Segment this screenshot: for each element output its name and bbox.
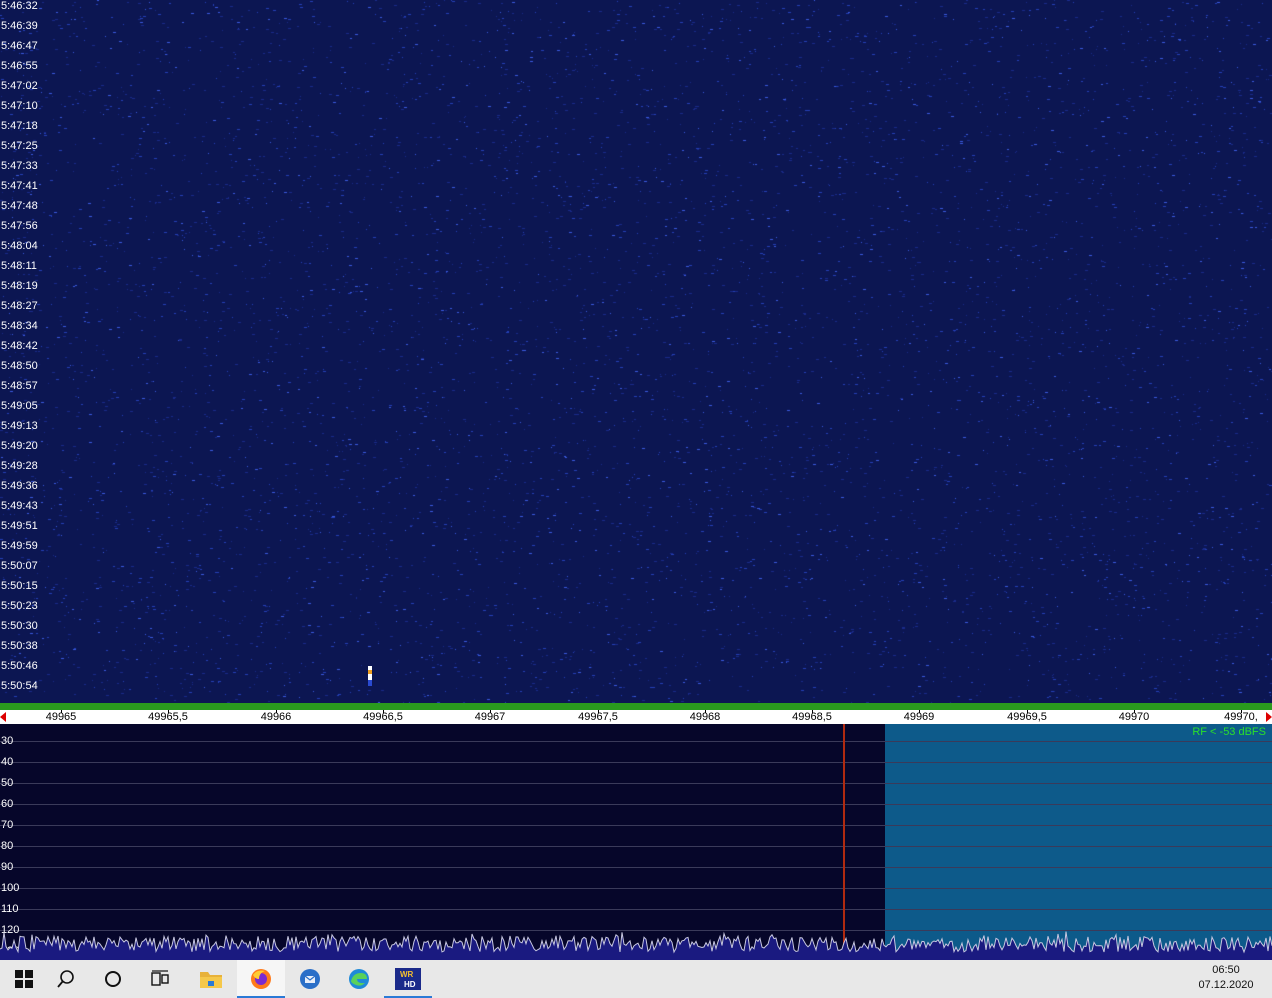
scroll-right-arrow-icon[interactable] — [1266, 712, 1272, 722]
freq-label: 49967,5 — [578, 711, 618, 723]
time-label: 5:48:27 — [1, 300, 38, 312]
spectrum-display[interactable]: 30405060708090100110120130 RF < -53 dBFS — [0, 724, 1272, 960]
file-explorer-button[interactable] — [187, 960, 235, 998]
time-label: 5:49:43 — [1, 500, 38, 512]
time-label: 5:46:32 — [1, 0, 38, 12]
time-label: 5:49:36 — [1, 480, 38, 492]
start-button[interactable] — [0, 960, 48, 998]
firefox-button[interactable] — [237, 960, 285, 998]
time-label: 5:49:51 — [1, 520, 38, 532]
time-label: 5:47:02 — [1, 80, 38, 92]
waterfall-display[interactable]: 5:46:32 5:46:39 5:46:47 5:46:55 5:47:02 5:47:… — [0, 0, 1272, 703]
time-label: 5:46:47 — [1, 40, 38, 52]
signal-trace — [368, 666, 372, 686]
time-label: 5:47:33 — [1, 160, 38, 172]
freq-label: 49966,5 — [363, 711, 403, 723]
time-label: 5:48:42 — [1, 340, 38, 352]
time-label: 5:48:34 — [1, 320, 38, 332]
search-button[interactable] — [42, 960, 90, 998]
cortana-button[interactable] — [89, 960, 137, 998]
freq-label: 49965 — [45, 711, 77, 723]
time-label: 5:49:28 — [1, 460, 38, 472]
bandwidth-bar[interactable] — [0, 703, 1272, 710]
time-label: 5:49:59 — [1, 540, 38, 552]
task-view-icon — [151, 970, 169, 986]
freq-label: 49969,5 — [1007, 711, 1047, 723]
svg-text:WR: WR — [400, 970, 414, 979]
time-label: 5:48:57 — [1, 380, 38, 392]
freq-label: 49970 — [1118, 711, 1150, 723]
time-label: 5:48:11 — [1, 260, 37, 272]
waterfall-canvas[interactable] — [0, 0, 1272, 703]
time-label: 5:50:38 — [1, 640, 38, 652]
freq-label: 49965,5 — [148, 711, 188, 723]
taskbar: WR HD 06:50 07.12.2020 — [0, 960, 1272, 998]
search-icon — [57, 970, 74, 988]
edge-icon — [349, 969, 369, 989]
rf-level-label: RF < -53 dBFS — [1192, 726, 1266, 738]
time-label: 5:47:25 — [1, 140, 38, 152]
thunderbird-button[interactable] — [286, 960, 334, 998]
time-label: 5:46:55 — [1, 60, 38, 72]
edge-button[interactable] — [335, 960, 383, 998]
time-label: 5:47:41 — [1, 180, 38, 192]
freq-label: 49968 — [689, 711, 721, 723]
time-label: 5:47:48 — [1, 200, 38, 212]
time-label: 5:47:56 — [1, 220, 38, 232]
freq-label: 49968,5 — [792, 711, 832, 723]
time-label: 5:46:39 — [1, 20, 38, 32]
thunderbird-icon — [300, 969, 320, 989]
time-label: 5:48:19 — [1, 280, 38, 292]
system-clock[interactable]: 06:50 07.12.2020 — [1186, 963, 1266, 993]
time-label: 5:50:30 — [1, 620, 38, 632]
freq-label: 49970, — [1224, 711, 1258, 723]
time-label: 5:50:54 — [1, 680, 38, 692]
time-label: 5:50:07 — [1, 560, 38, 572]
time-label: 5:47:18 — [1, 120, 38, 132]
time-label: 5:48:50 — [1, 360, 38, 372]
time-label: 5:49:20 — [1, 440, 38, 452]
freq-label: 49966 — [260, 711, 292, 723]
time-label: 5:48:04 — [1, 240, 38, 252]
spectrum-trace — [0, 931, 1272, 960]
scroll-left-arrow-icon[interactable] — [0, 712, 6, 722]
circle-icon — [105, 971, 121, 987]
winradio-icon: WR HD — [395, 968, 421, 990]
winradio-button[interactable]: WR HD — [384, 960, 432, 998]
firefox-icon — [251, 969, 271, 989]
time-label: 5:49:05 — [1, 400, 38, 412]
time-label: 5:50:46 — [1, 660, 38, 672]
folder-icon — [200, 972, 222, 988]
time-label: 5:50:23 — [1, 600, 38, 612]
task-view-button[interactable] — [136, 960, 184, 998]
clock-time: 06:50 — [1212, 964, 1240, 976]
time-label: 5:49:13 — [1, 420, 38, 432]
svg-text:HD: HD — [404, 980, 416, 989]
windows-logo-icon — [15, 970, 33, 988]
frequency-scale[interactable]: 49965 49965,5 49966 49966,5 49967 49967,5 4996… — [0, 710, 1272, 724]
clock-date: 07.12.2020 — [1198, 979, 1254, 991]
time-label: 5:50:15 — [1, 580, 38, 592]
time-label: 5:47:10 — [1, 100, 38, 112]
freq-label: 49969 — [903, 711, 935, 723]
freq-label: 49967 — [474, 711, 506, 723]
